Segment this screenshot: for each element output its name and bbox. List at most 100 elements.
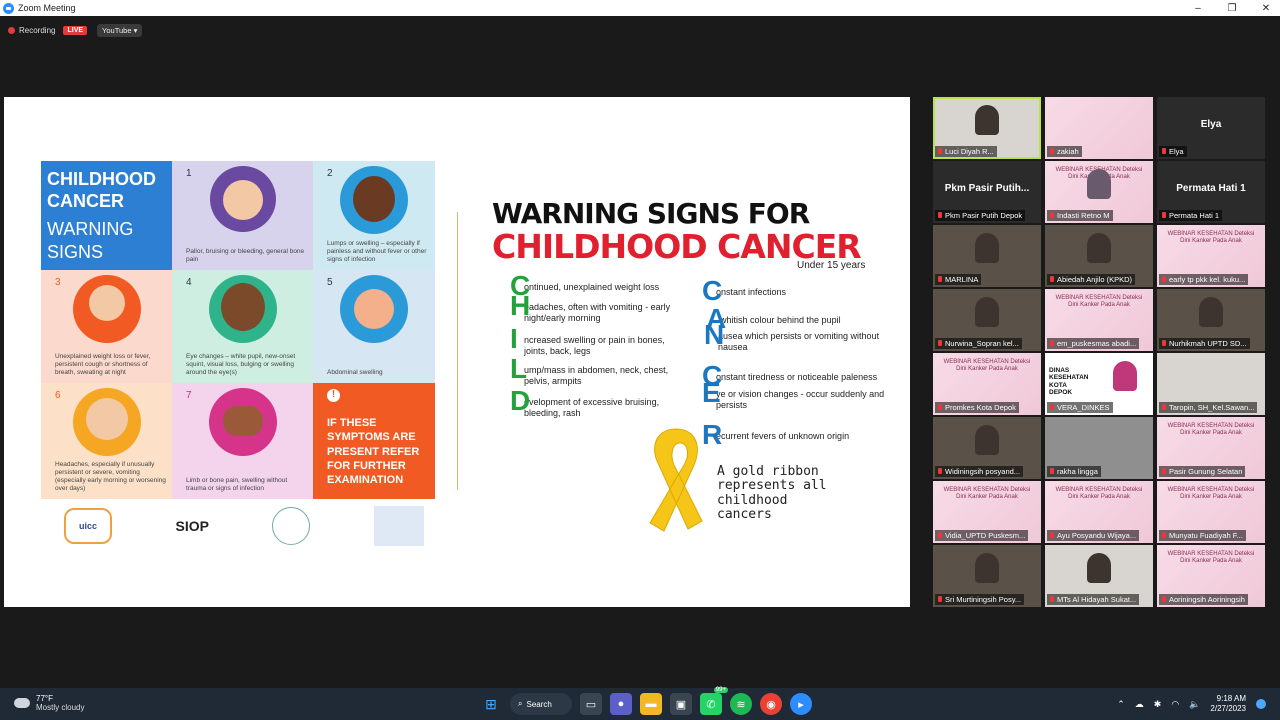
acronym-text: ye or vision changes - occur suddenly an… <box>716 389 885 411</box>
participant-name-label: zakiah <box>1047 146 1082 157</box>
maximize-button[interactable]: ❐ <box>1226 3 1238 14</box>
participant-tile[interactable]: WEBINAR KESEHATAN Deteksi Dini Kanker Pa… <box>933 353 1041 415</box>
participant-name-label: MARLINA <box>935 274 982 285</box>
participant-video <box>975 297 999 327</box>
cloud-icon <box>14 698 30 708</box>
siop-logo: SIOP <box>175 518 209 534</box>
participant-tile[interactable]: Elya Elya <box>1157 97 1265 159</box>
participant-tile[interactable]: Sri Murtiningsih Posy... <box>933 545 1041 607</box>
teams-chat-icon[interactable]: ● <box>610 693 632 715</box>
participant-tile[interactable]: Nurhikmah UPTD SD... <box>1157 289 1265 351</box>
acronym-text: ausea which persists or vomiting without… <box>718 331 880 353</box>
task-view-icon[interactable]: ▭ <box>580 693 602 715</box>
spotify-icon[interactable]: ≋ <box>730 693 752 715</box>
cell-number: 2 <box>327 168 333 179</box>
stream-dropdown[interactable]: YouTube ▾ <box>97 24 143 37</box>
participant-tile[interactable]: Permata Hati 1 Permata Hati 1 <box>1157 161 1265 223</box>
participant-display-name: Elya <box>1200 119 1222 130</box>
participant-tile[interactable]: MTs Al Hidayah Sukat... <box>1045 545 1153 607</box>
participant-tile[interactable]: Taropin, SH_Kel.Sawan... <box>1157 353 1265 415</box>
child-item: Headaches, often with vomiting - early n… <box>510 292 674 325</box>
poster-cell: 4 Eye changes – white pupil, new-onset s… <box>172 270 313 383</box>
participant-tile[interactable]: zakiah <box>1045 97 1153 159</box>
cell-text: Pallor, bruising or bleeding, general bo… <box>186 247 305 263</box>
child-item: Increased swelling or pain in bones, joi… <box>510 325 674 358</box>
notification-icon[interactable] <box>1256 699 1266 709</box>
participant-tile[interactable]: WEBINAR KESEHATAN Deteksi Dini Kanker Pa… <box>1157 481 1265 543</box>
participant-video <box>1087 233 1111 263</box>
wifi-icon[interactable]: ◠ <box>1171 699 1179 710</box>
cell-number: 3 <box>55 277 61 288</box>
participant-tile[interactable]: WEBINAR KESEHATAN Deteksi Dini Kanker Pa… <box>1157 417 1265 479</box>
webinar-banner: WEBINAR KESEHATAN Deteksi Dini Kanker Pa… <box>1055 295 1143 309</box>
recording-indicator[interactable]: Recording LIVE YouTube ▾ <box>8 24 143 37</box>
poster-cell: 7 Limb or bone pain, swelling without tr… <box>172 383 313 499</box>
taskbar-clock[interactable]: 9:18 AM 2/27/2023 <box>1210 694 1246 714</box>
uicc-logo: uicc <box>64 508 112 544</box>
poster-call-to-action: ! IF THESE SYMPTOMS ARE PRESENT REFER FO… <box>313 383 435 499</box>
acronym-text: ontinued, unexplained weight loss <box>524 282 660 292</box>
participant-name-label: Abiedah Anjilo (KPKD) <box>1047 274 1136 285</box>
participant-tile[interactable]: Pkm Pasir Putih... Pkm Pasir Putih Depok <box>933 161 1041 223</box>
cell-text: Lumps or swelling – especially if painle… <box>327 239 427 263</box>
warning-signs-heading: WARNING SIGNS FOR CHILDHOOD CANCER <box>492 197 862 263</box>
file-explorer-icon[interactable]: ▬ <box>640 693 662 715</box>
participant-display-name: Pkm Pasir Putih... <box>944 183 1030 194</box>
windows-start-icon[interactable]: ⊞ <box>480 693 502 715</box>
participant-tile[interactable]: Nurwina_Sopran kel... <box>933 289 1041 351</box>
poster-cell: 6 Headaches, especially if unusually per… <box>41 383 172 499</box>
participant-tile[interactable]: Luci Diyah R... <box>933 97 1041 159</box>
minimize-button[interactable]: – <box>1192 3 1204 14</box>
participant-tile[interactable]: WEBINAR KESEHATAN Deteksi Dini Kanker Pa… <box>1157 225 1265 287</box>
acronym-text: ump/mass in abdomen, neck, chest, pelvis… <box>524 365 669 387</box>
cell-text: Abdominal swelling <box>327 368 383 376</box>
store-icon[interactable]: ▣ <box>670 693 692 715</box>
child-item: Lump/mass in abdomen, neck, chest, pelvi… <box>510 355 674 388</box>
participant-tile[interactable]: MARLINA <box>933 225 1041 287</box>
warning-signs-poster: CHILDHOOD CANCER WARNING SIGNS 1 Pallor,… <box>41 161 435 499</box>
participant-tile[interactable]: WEBINAR KESEHATAN Deteksi Dini Kanker Pa… <box>1157 545 1265 607</box>
participant-tile[interactable]: DINAS KESEHATAN KOTA DEPOK VERA_DINKES <box>1045 353 1153 415</box>
participant-tile[interactable]: WEBINAR KESEHATAN Deteksi Dini Kanker Pa… <box>1045 481 1153 543</box>
participant-video <box>975 233 999 263</box>
bluetooth-icon[interactable]: ✱ <box>1154 699 1162 710</box>
acronym-text: ecurrent fevers of unknown origin <box>716 431 850 441</box>
clock-time: 9:18 AM <box>1216 694 1246 703</box>
participant-tile[interactable]: WEBINAR KESEHATAN Deteksi Dini Kanker Pa… <box>933 481 1041 543</box>
zoom-logo-icon <box>3 2 14 14</box>
cell-number: 6 <box>55 390 61 401</box>
webinar-banner: WEBINAR KESEHATAN Deteksi Dini Kanker Pa… <box>1167 487 1255 501</box>
volume-icon[interactable]: 🔈 <box>1189 699 1200 710</box>
dinkes-text: DINAS KESEHATAN KOTA DEPOK <box>1049 367 1089 397</box>
poster-cell: 3 Unexplained weight loss or fever, pers… <box>41 270 172 383</box>
notification-badge: 99+ <box>713 687 728 693</box>
child-illustration-icon <box>340 166 408 234</box>
chevron-up-icon[interactable]: ⌃ <box>1117 699 1125 710</box>
zoom-app-icon[interactable]: ▸ <box>790 693 812 715</box>
acronym-letter: H <box>510 290 531 321</box>
whatsapp-icon[interactable]: ✆ 99+ <box>700 687 728 715</box>
acronym-letter: E <box>702 377 721 408</box>
onedrive-icon[interactable]: ☁ <box>1135 699 1144 710</box>
participant-name-label: Permata Hati 1 <box>1159 210 1223 221</box>
chrome-icon[interactable]: ◉ <box>760 693 782 715</box>
taskbar-search[interactable]: ⌕ Search <box>510 693 572 715</box>
close-button[interactable]: ✕ <box>1260 3 1272 14</box>
participant-tile[interactable]: WEBINAR KESEHATAN Deteksi Dini Kanker Pa… <box>1045 161 1153 223</box>
participant-video <box>1199 297 1223 327</box>
poster-title-light: WARNING SIGNS <box>47 219 134 262</box>
acronym-text: whitish colour behind the pupil <box>720 315 841 325</box>
child-item: Continued, unexplained weight loss <box>510 272 674 300</box>
participant-tile[interactable]: WEBINAR KESEHATAN Deteksi Dini Kanker Pa… <box>1045 289 1153 351</box>
participant-name-label: Aoriningsih Aoriningsih <box>1159 594 1248 605</box>
participant-tile[interactable]: Abiedah Anjilo (KPKD) <box>1045 225 1153 287</box>
cell-number: 4 <box>186 277 192 288</box>
participant-tile[interactable]: Widiningsih posyand... <box>933 417 1041 479</box>
webinar-banner: WEBINAR KESEHATAN Deteksi Dini Kanker Pa… <box>1167 551 1255 565</box>
weather-widget[interactable]: 77°F Mostly cloudy <box>14 694 84 712</box>
webinar-banner: WEBINAR KESEHATAN Deteksi Dini Kanker Pa… <box>1167 231 1255 245</box>
participant-name-label: Widiningsih posyand... <box>935 466 1024 477</box>
gold-ribbon-icon <box>649 428 703 532</box>
participant-name-label: rakha lingga <box>1047 466 1101 477</box>
participant-tile[interactable]: rakha lingga <box>1045 417 1153 479</box>
